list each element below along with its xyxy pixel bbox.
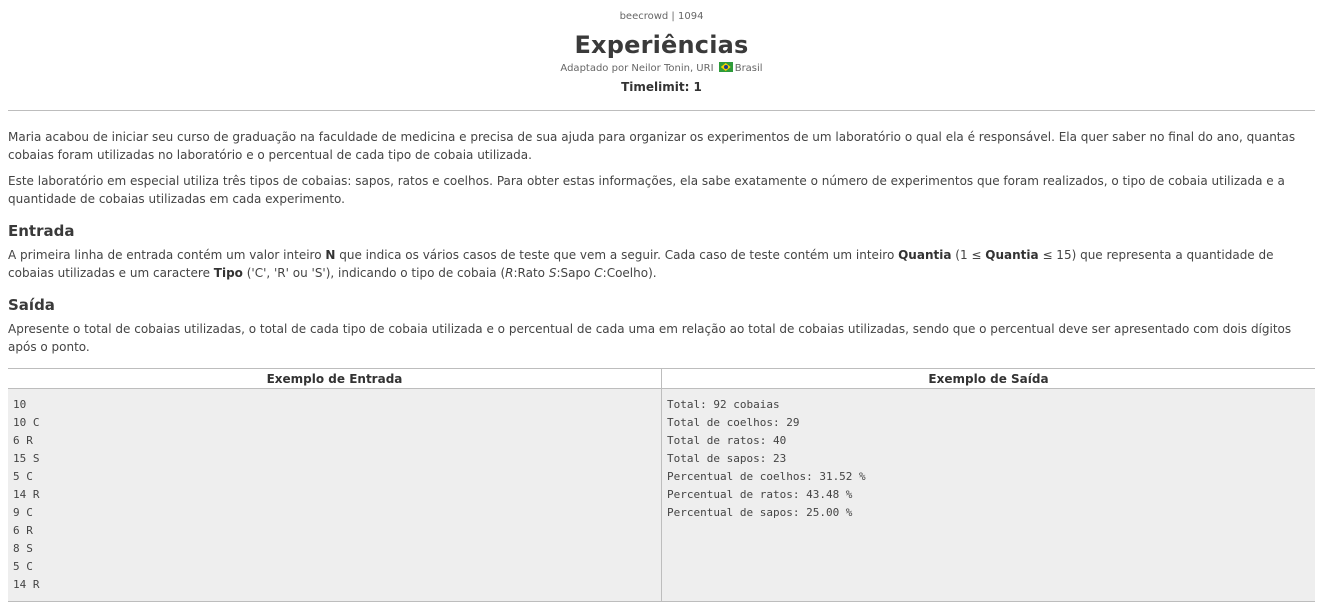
examples-table: Exemplo de Entrada Exemplo de Saída 10 1…: [8, 368, 1315, 602]
author-country: Brasil: [734, 63, 763, 74]
example-input-line: 10: [13, 398, 27, 411]
example-input-line: 5 C: [13, 470, 33, 483]
problem-timelimit: Timelimit: 1: [621, 80, 702, 94]
example-output-line: Total de sapos: 23: [667, 452, 787, 465]
example-input-line: 10 C: [13, 416, 40, 429]
example-output-line: Percentual de sapos: 25.00 %: [667, 506, 853, 519]
input-text-6: :Rato: [513, 266, 549, 280]
input-text-3: (1 ≤: [951, 248, 986, 262]
input-description: A primeira linha de entrada contém um va…: [8, 246, 1315, 282]
input-heading: Entrada: [8, 222, 75, 240]
example-input-line: 14 R: [13, 488, 40, 501]
example-input-line: 8 S: [13, 542, 33, 555]
header-divider: [8, 110, 1315, 111]
example-input-line: 6 R: [13, 524, 33, 537]
example-input-line: 6 R: [13, 434, 33, 447]
input-text-1: A primeira linha de entrada contém um va…: [8, 248, 326, 262]
example-output-line: Percentual de ratos: 43.48 %: [667, 488, 853, 501]
input-var-quantia-2: Quantia: [985, 248, 1039, 262]
output-description: Apresente o total de cobaias utilizadas,…: [8, 322, 1292, 354]
example-output-line: Total: 92 cobaias: [667, 398, 780, 411]
example-output-line: Percentual de coelhos: 31.52 %: [667, 470, 866, 483]
input-var-tipo: Tipo: [213, 266, 243, 280]
problem-header: beecrowd | 1094 Experiências Adaptado po…: [0, 0, 1323, 95]
description-paragraph-1: Maria acabou de iniciar seu curso de gra…: [8, 130, 1296, 162]
example-input-line: 14 R: [13, 578, 40, 591]
example-input-line: 9 C: [13, 506, 33, 519]
example-input-line: 5 C: [13, 560, 33, 573]
example-input-cell: 10 10 C 6 R 15 S 5 C 14 R 9 C 6 R 8 S 5 …: [8, 388, 662, 602]
input-text-7: :Sapo: [556, 266, 595, 280]
problem-source: beecrowd | 1094: [619, 11, 704, 22]
input-var-quantia: Quantia: [898, 248, 952, 262]
brazil-flag-icon: [718, 62, 733, 72]
example-output-cell: Total: 92 cobaias Total de coelhos: 29 T…: [661, 388, 1315, 602]
input-text-5: ('C', 'R' ou 'S'), indicando o tipo de c…: [242, 266, 506, 280]
example-input-header: Exemplo de Entrada: [8, 368, 662, 389]
input-var-n: N: [325, 248, 336, 262]
input-code-r: R: [505, 266, 514, 280]
problem-content: Maria acabou de iniciar seu curso de gra…: [8, 128, 1315, 364]
example-output-header: Exemplo de Saída: [661, 368, 1315, 389]
input-code-c: C: [594, 266, 603, 280]
problem-page: beecrowd | 1094 Experiências Adaptado po…: [0, 0, 1323, 608]
problem-author: Adaptado por Neilor Tonin, URI Brasil: [0, 62, 1323, 76]
output-heading: Saída: [8, 296, 55, 314]
example-output-line: Total de coelhos: 29: [667, 416, 800, 429]
example-output-line: Total de ratos: 40: [667, 434, 787, 447]
example-input-line: 15 S: [13, 452, 40, 465]
input-text-2: que indica os vários casos de teste que …: [335, 248, 899, 262]
description-paragraph-2: Este laboratório em especial utiliza trê…: [8, 174, 1285, 206]
problem-title: Experiências: [574, 31, 749, 59]
author-text: Adaptado por Neilor Tonin, URI: [560, 63, 714, 74]
input-text-8: :Coelho).: [602, 266, 657, 280]
